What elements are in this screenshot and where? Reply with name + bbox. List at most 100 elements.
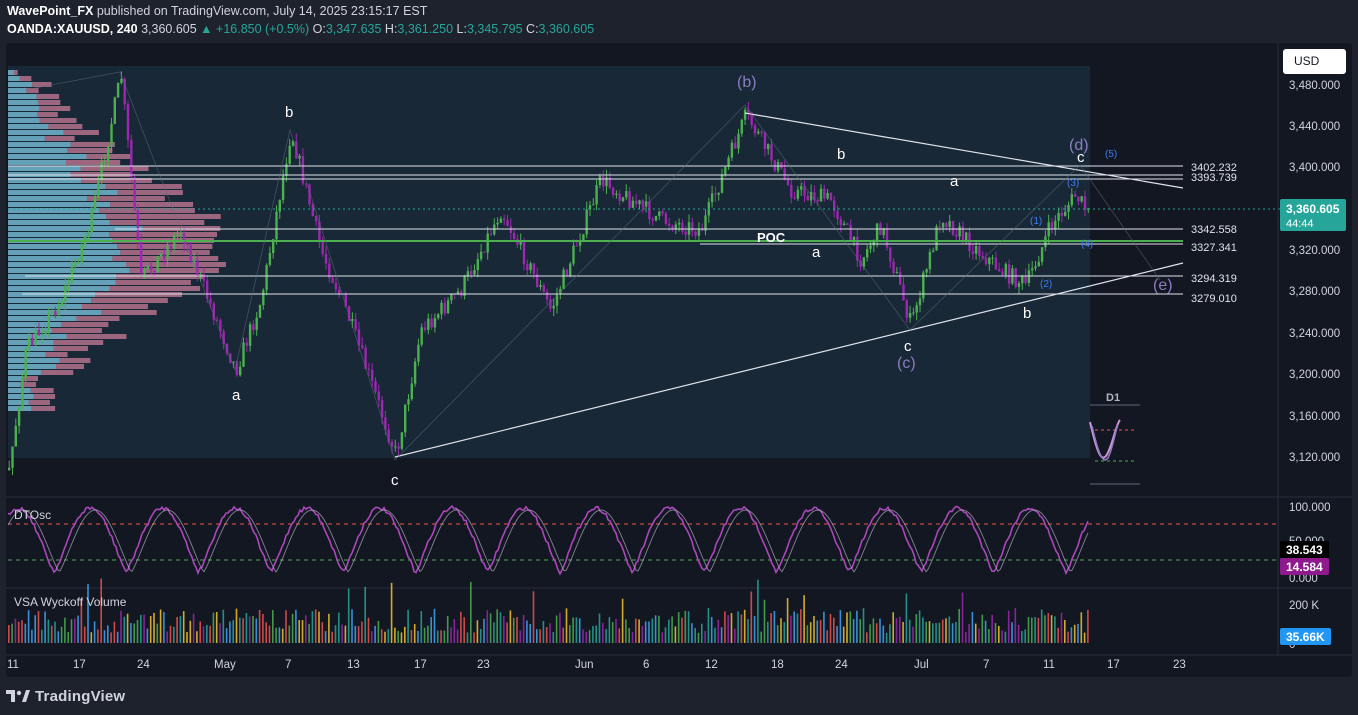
candle-body <box>470 271 473 275</box>
candle-body <box>552 305 555 309</box>
osc-value-2: 14.584 <box>1286 560 1323 574</box>
time-tick: 6 <box>643 659 649 671</box>
profile-bar-buy <box>8 112 38 117</box>
profile-bar-buy <box>8 94 37 99</box>
chart-canvas[interactable]: 3402.232 3393.739 3342.558 3327.341 3294… <box>0 0 1358 715</box>
volume-bar <box>866 632 868 643</box>
profile-bar-buy <box>8 232 109 237</box>
time-tick: 24 <box>835 659 848 671</box>
profile-bar-sell <box>61 322 109 327</box>
candle-body <box>400 432 404 449</box>
volume-bar <box>856 610 858 643</box>
profile-bar-sell <box>53 340 104 345</box>
candle-body <box>275 211 278 240</box>
time-tick: 17 <box>1107 659 1120 671</box>
profile-bar-sell <box>106 214 221 219</box>
candle-body <box>945 222 948 227</box>
volume-bar <box>1044 615 1046 643</box>
profile-bar-buy <box>8 322 62 327</box>
candle-body <box>163 253 166 259</box>
price-tick: 3,480.000 <box>1289 80 1340 92</box>
candle-body <box>691 222 694 232</box>
volume-bar <box>526 620 528 643</box>
candle-body <box>47 313 50 331</box>
tradingview-logo[interactable]: TradingView <box>6 688 125 705</box>
candle-body <box>1040 247 1044 262</box>
volume-bar <box>1067 631 1069 643</box>
volume-bar <box>407 609 409 643</box>
volume-bar <box>1087 609 1089 643</box>
volume-value: 35.66K <box>1286 630 1325 644</box>
candle-body <box>562 269 565 290</box>
profile-bar-sell <box>91 298 168 303</box>
volume-title[interactable]: VSA Wyckoff Volume <box>14 595 127 609</box>
inset-label: D1 <box>1106 392 1120 404</box>
candle-body <box>380 400 384 418</box>
volume-bar <box>341 624 343 643</box>
profile-bar-buy <box>8 190 118 195</box>
volume-bar <box>562 627 564 643</box>
candle-body <box>173 236 176 249</box>
volume-bar <box>272 610 274 643</box>
profile-bar-sell <box>76 316 120 321</box>
last-price-badge-value: 3,360.605 <box>1286 202 1340 216</box>
candle-body <box>331 277 334 283</box>
candle-body <box>621 197 625 202</box>
candle-body <box>549 299 552 309</box>
candle-body <box>595 185 598 205</box>
price-axis[interactable]: 3,480.000 3,440.000 3,400.000 3,320.000 … <box>1289 80 1340 464</box>
volume-bar <box>41 629 43 643</box>
candle-body <box>826 192 829 199</box>
candle-body <box>743 109 747 120</box>
candle-body <box>288 145 291 164</box>
currency-button[interactable]: USD <box>1283 49 1346 74</box>
candle-body <box>806 195 809 201</box>
candle-body <box>724 166 727 175</box>
candle-body <box>974 246 978 254</box>
volume-bar <box>288 625 291 643</box>
candle-body <box>899 272 902 285</box>
subwave-label-2: (2) <box>1040 279 1052 290</box>
candle-body <box>17 407 21 426</box>
volume-bar <box>222 609 225 643</box>
volume-bar <box>829 613 832 643</box>
candle-body <box>664 213 668 224</box>
volume-bar <box>988 629 990 643</box>
candle-body <box>149 265 153 271</box>
volume-bar <box>70 619 73 643</box>
volume-bar <box>1034 617 1036 643</box>
candle-body <box>829 192 833 201</box>
volume-bar <box>691 623 693 643</box>
candle-body <box>31 337 34 346</box>
volume-bar <box>674 626 677 643</box>
volume-bar <box>463 617 465 643</box>
candle-body <box>984 258 988 265</box>
volume-bar <box>199 621 201 643</box>
volume-bar <box>955 621 957 643</box>
candle-body <box>823 188 826 199</box>
volume-bar <box>1054 616 1056 643</box>
volume-bar <box>575 617 578 643</box>
volume-bar <box>981 614 984 643</box>
profile-bar-sell <box>37 112 58 117</box>
candle-body <box>427 318 430 330</box>
profile-bar-buy <box>8 196 88 201</box>
volume-bar <box>780 618 782 643</box>
volume-bar <box>803 595 805 643</box>
volume-bar <box>298 620 300 643</box>
osc-title[interactable]: DTOsc <box>14 508 51 522</box>
candle-body <box>618 193 621 202</box>
candle-body <box>11 446 14 468</box>
candle-body <box>918 298 922 306</box>
profile-bar-sell <box>48 124 83 129</box>
candle-body <box>242 342 245 367</box>
volume-bar <box>394 627 396 643</box>
volume-bar <box>295 609 297 643</box>
time-axis[interactable]: 11 17 24 May 7 13 17 23 Jun 6 12 18 24 J… <box>7 659 1186 671</box>
volume-bar <box>196 631 198 643</box>
wave-label-c-major: (c) <box>897 355 916 372</box>
volume-bar <box>948 616 951 643</box>
volume-bar <box>123 616 126 643</box>
volume-bar <box>730 613 733 643</box>
wave-label-a: a <box>950 173 959 190</box>
